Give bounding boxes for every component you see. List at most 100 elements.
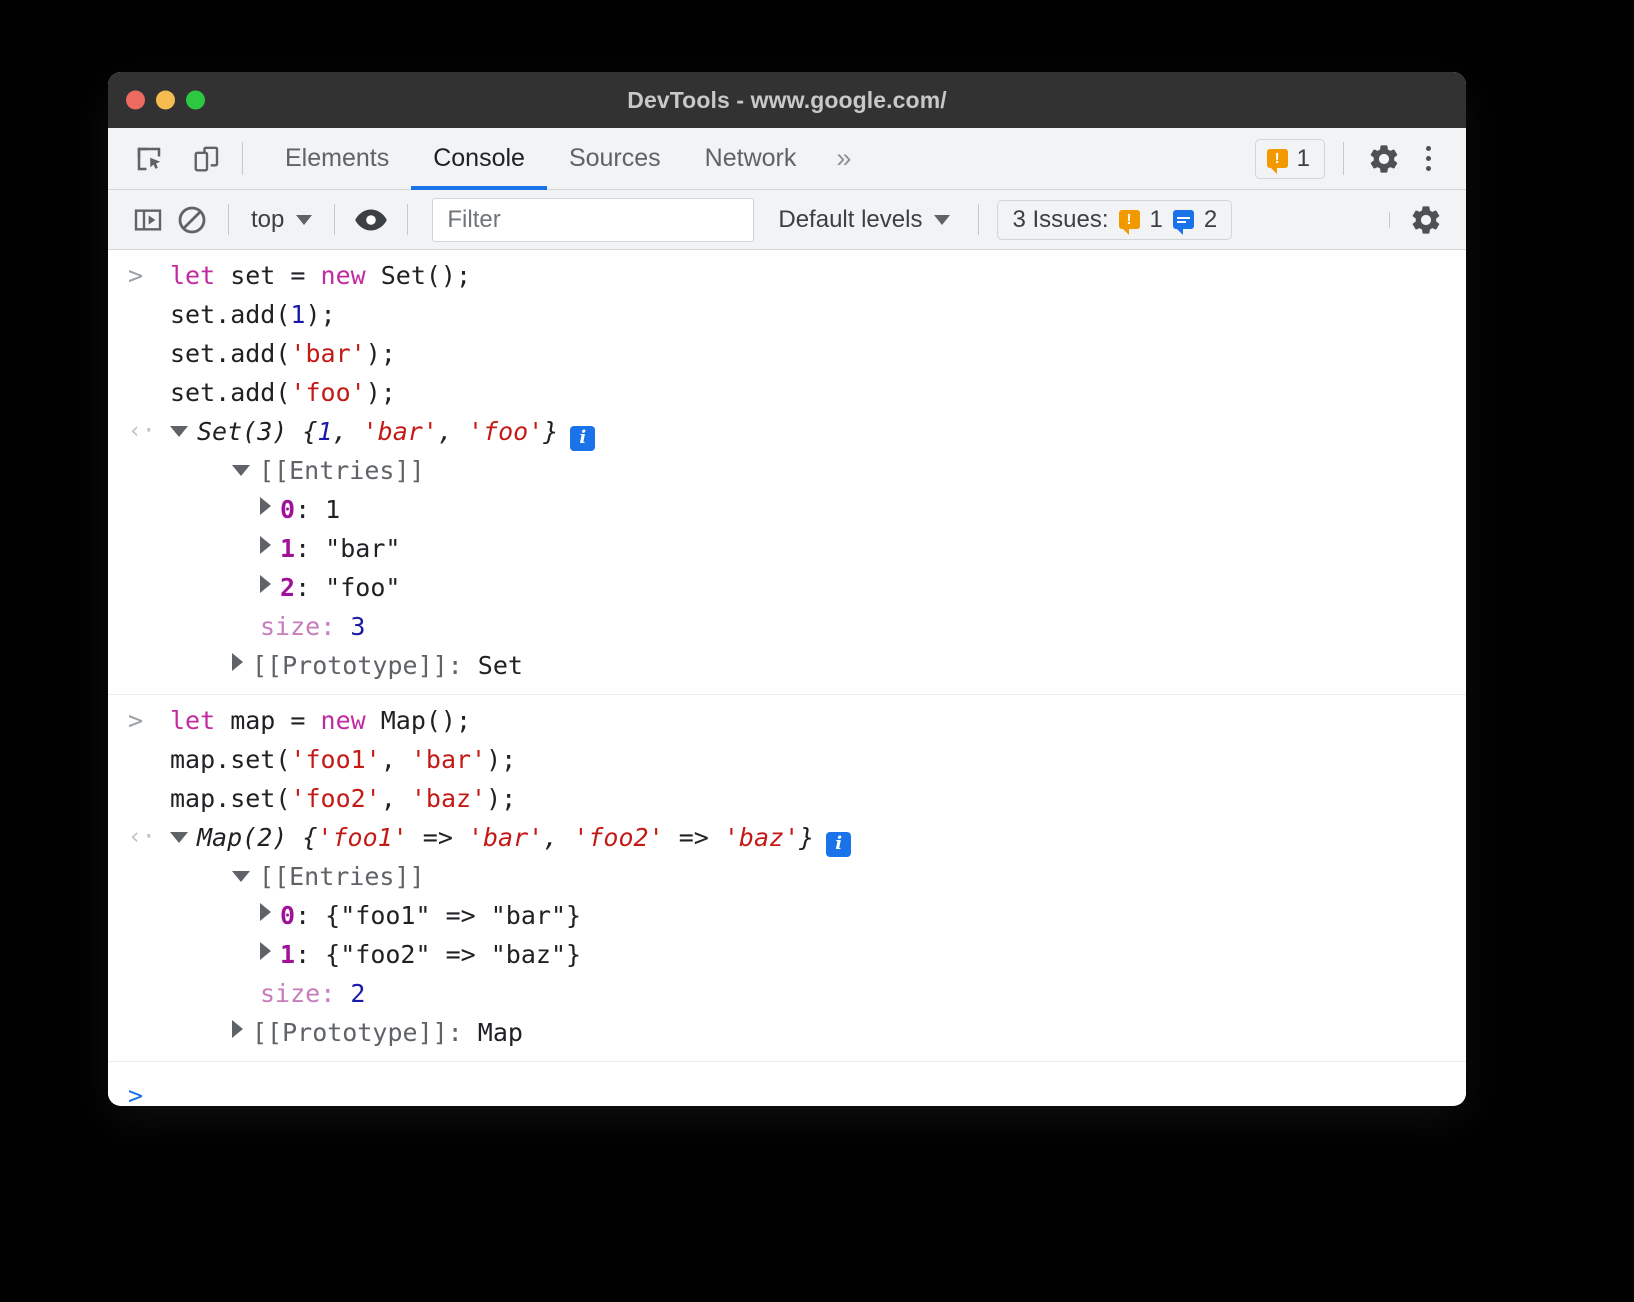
log-levels-dropdown[interactable]: Default levels <box>764 206 964 234</box>
disclosure-triangle-closed-icon[interactable] <box>232 1020 243 1038</box>
object-preview-text: Set(3) {1, 'bar', 'foo'} <box>197 412 558 451</box>
console-prompt-icon: > <box>128 1076 143 1104</box>
entry-item[interactable]: 0: 1 <box>170 490 1466 529</box>
tab-console[interactable]: Console <box>411 128 547 189</box>
disclosure-triangle-open-icon[interactable] <box>170 832 188 843</box>
console-sidebar-icon[interactable] <box>126 198 170 242</box>
prototype-label: [[Prototype]]: <box>252 646 463 685</box>
desktop-backdrop: DevTools - www.google.com/ <box>0 0 1634 1302</box>
info-badge-icon[interactable]: i <box>826 832 851 857</box>
tab-sources[interactable]: Sources <box>547 128 683 189</box>
console-input-row[interactable]: > let map = new Map(); map.set('foo1', '… <box>108 701 1466 818</box>
disclosure-triangle-open-icon[interactable] <box>232 465 250 476</box>
tab-network-label: Network <box>705 144 797 173</box>
entry-item[interactable]: 0: {"foo1" => "bar"} <box>170 896 1466 935</box>
prototype-value: Set <box>478 646 523 685</box>
chevron-down-icon <box>934 215 950 225</box>
console-output-row[interactable]: ‹· Map(2) {'foo1' => 'bar', 'foo2' => 'b… <box>108 818 1466 1052</box>
entry-item[interactable]: 2: "foo" <box>170 568 1466 607</box>
size-property: size: 2 <box>170 974 1466 1013</box>
window-controls[interactable] <box>126 91 205 110</box>
entry-item[interactable]: 1: "bar" <box>170 529 1466 568</box>
filter-input[interactable]: Filter <box>432 198 754 242</box>
tab-console-label: Console <box>433 144 525 173</box>
entry-key: 2 <box>280 568 295 607</box>
clear-console-icon[interactable] <box>170 198 214 242</box>
object-preview-set[interactable]: Set(3) {1, 'bar', 'foo'} i <box>170 412 1466 451</box>
warning-count-pill[interactable]: ! 1 <box>1255 139 1325 179</box>
execution-context-dropdown[interactable]: top <box>243 206 320 234</box>
disclosure-triangle-open-icon[interactable] <box>170 426 188 437</box>
console-prompt-row[interactable]: > <box>108 1062 1466 1104</box>
prototype-node[interactable]: [[Prototype]]: Map <box>170 1013 1466 1052</box>
toolbar-divider-2 <box>334 204 335 235</box>
entries-node[interactable]: [[Entries]] <box>170 451 1466 490</box>
entry-value: 1 <box>325 490 340 529</box>
devtools-window: DevTools - www.google.com/ <box>108 72 1466 1106</box>
object-preview-map[interactable]: Map(2) {'foo1' => 'bar', 'foo2' => 'baz'… <box>170 818 1466 857</box>
tabbar-right-divider <box>1343 142 1344 175</box>
disclosure-triangle-closed-icon[interactable] <box>260 903 271 921</box>
console-output[interactable]: > let set = new Set(); set.add(1); set.a… <box>108 250 1466 1104</box>
console-input-row[interactable]: > let set = new Set(); set.add(1); set.a… <box>108 256 1466 412</box>
gear-icon[interactable] <box>1362 137 1406 181</box>
window-title: DevTools - www.google.com/ <box>108 87 1466 114</box>
more-tabs-icon[interactable]: » <box>818 128 869 189</box>
entry-key: 1 <box>280 529 295 568</box>
prototype-value: Map <box>478 1013 523 1052</box>
minimize-button[interactable] <box>156 91 175 110</box>
size-key: size: <box>260 607 335 646</box>
console-output-row[interactable]: ‹· Set(3) {1, 'bar', 'foo'} i [[Entries]… <box>108 412 1466 685</box>
kebab-menu-icon[interactable] <box>1410 137 1446 181</box>
filter-placeholder: Filter <box>447 206 500 234</box>
window-titlebar: DevTools - www.google.com/ <box>108 72 1466 128</box>
toolbar-divider-3 <box>407 204 408 235</box>
entry-value: "bar" <box>325 529 400 568</box>
size-value: 2 <box>350 974 365 1013</box>
entries-node[interactable]: [[Entries]] <box>170 857 1466 896</box>
console-input-code: let map = new Map(); map.set('foo1', 'ba… <box>170 701 516 818</box>
disclosure-triangle-closed-icon[interactable] <box>260 942 271 960</box>
output-return-icon: ‹· <box>128 818 170 857</box>
close-button[interactable] <box>126 91 145 110</box>
chevron-down-icon <box>296 215 312 225</box>
live-expression-icon[interactable] <box>349 198 393 242</box>
entry-value: "foo" <box>325 568 400 607</box>
console-toolbar: top Filter Default levels 3 Issues: <box>108 190 1466 250</box>
size-property: size: 3 <box>170 607 1466 646</box>
entry-key: 0 <box>280 490 295 529</box>
info-badge-icon[interactable]: i <box>570 426 595 451</box>
entry-key: 1 <box>280 935 295 974</box>
issues-pill[interactable]: 3 Issues: ! 1 2 <box>997 200 1232 240</box>
device-toolbar-icon[interactable] <box>186 138 228 180</box>
size-key: size: <box>260 974 335 1013</box>
maximize-button[interactable] <box>186 91 205 110</box>
disclosure-triangle-closed-icon[interactable] <box>260 497 271 515</box>
issues-info-icon <box>1173 210 1194 229</box>
disclosure-triangle-closed-icon[interactable] <box>260 536 271 554</box>
tab-elements[interactable]: Elements <box>263 128 411 189</box>
prototype-node[interactable]: [[Prototype]]: Set <box>170 646 1466 685</box>
console-settings-gear-icon[interactable] <box>1404 198 1448 242</box>
toolbar-divider-5 <box>1389 212 1390 228</box>
issues-info-count: 2 <box>1204 206 1217 234</box>
console-input-code: let set = new Set(); set.add(1); set.add… <box>170 256 471 412</box>
tab-network[interactable]: Network <box>683 128 819 189</box>
console-entry-set: > let set = new Set(); set.add(1); set.a… <box>108 250 1466 695</box>
disclosure-triangle-closed-icon[interactable] <box>260 575 271 593</box>
entries-label: [[Entries]] <box>259 857 425 896</box>
panel-tabs: Elements Console Sources Network » <box>263 128 869 189</box>
disclosure-triangle-open-icon[interactable] <box>232 871 250 882</box>
tab-sources-label: Sources <box>569 144 661 173</box>
entry-key: 0 <box>280 896 295 935</box>
object-preview-text: Map(2) {'foo1' => 'bar', 'foo2' => 'baz'… <box>197 818 814 857</box>
inspect-element-icon[interactable] <box>128 138 170 180</box>
disclosure-triangle-closed-icon[interactable] <box>232 653 243 671</box>
input-prompt-icon: > <box>128 701 170 740</box>
warning-bubble-icon: ! <box>1267 149 1288 168</box>
entry-item[interactable]: 1: {"foo2" => "baz"} <box>170 935 1466 974</box>
issues-warning-count: 1 <box>1150 206 1163 234</box>
input-prompt-icon: > <box>128 256 170 295</box>
output-return-icon: ‹· <box>128 412 170 451</box>
tab-elements-label: Elements <box>285 144 389 173</box>
